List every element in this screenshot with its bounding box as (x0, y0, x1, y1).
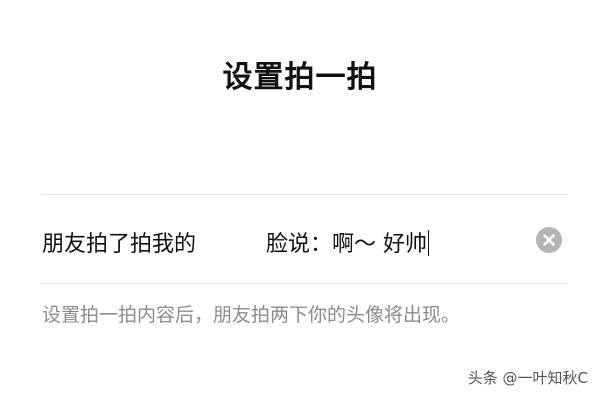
tickle-prefix-label: 朋友拍了拍我的 (42, 232, 197, 257)
page-title: 设置拍一拍 (222, 60, 378, 95)
hint-text: 设置拍一拍内容后，朋友拍两下你的头像将出现。 (42, 304, 461, 326)
divider-bottom (42, 283, 568, 284)
watermark: 头条 @一叶知秋C (467, 369, 588, 387)
text-caret (428, 230, 429, 256)
tickle-input-value: 脸说：啊～ 好帅 (266, 232, 427, 257)
close-icon (543, 234, 555, 246)
divider-top (42, 194, 568, 195)
clear-button[interactable] (536, 227, 562, 253)
tickle-input-row: 朋友拍了拍我的 脸说：啊～ 好帅 (42, 220, 568, 260)
tickle-input[interactable]: 脸说：啊～ 好帅 (266, 226, 429, 258)
